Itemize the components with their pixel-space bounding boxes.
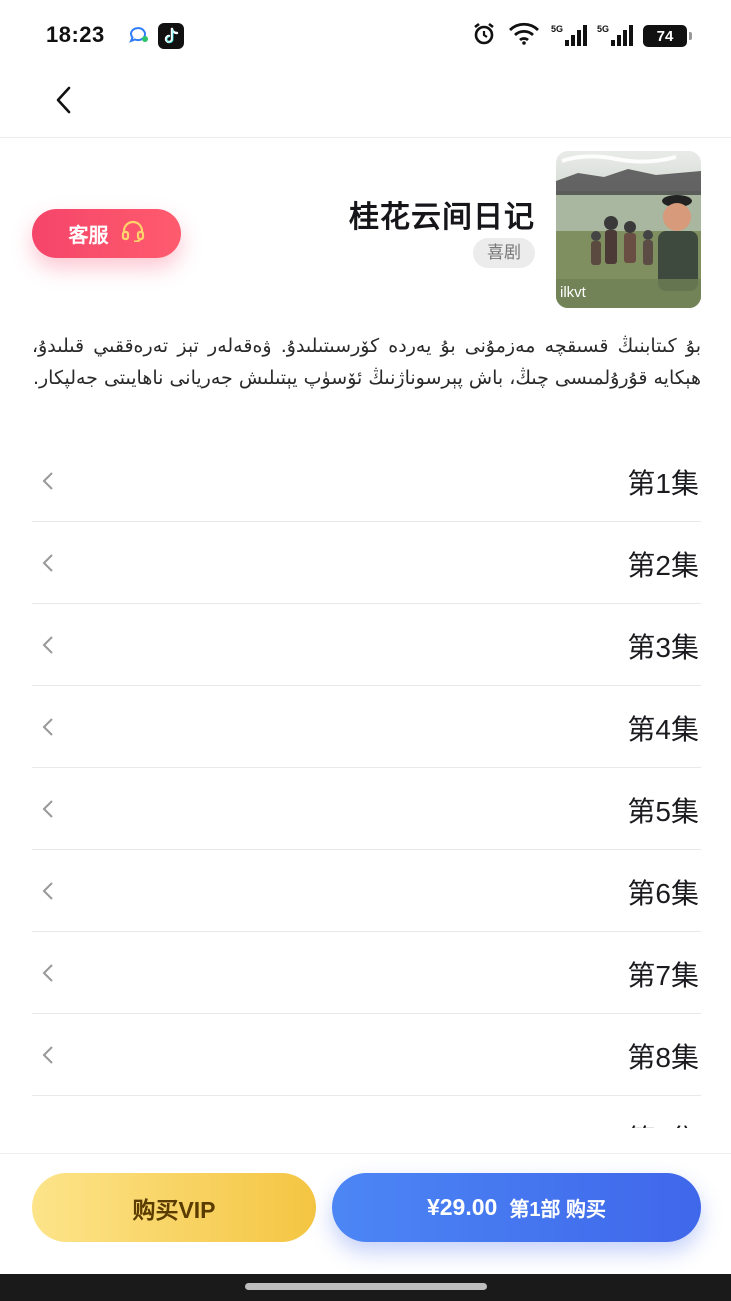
battery-icon: 74: [643, 25, 692, 47]
status-time: 18:23: [46, 22, 105, 47]
customer-service-button[interactable]: 客服: [32, 209, 181, 258]
episode-label: 第8集: [627, 1042, 699, 1073]
wifi-icon: [507, 22, 541, 51]
chevron-left-icon: [40, 716, 56, 743]
episode-label: 第5集: [627, 796, 699, 827]
episode-item-2[interactable]: 第2集: [32, 522, 701, 604]
genre-tag: 喜剧: [473, 238, 535, 268]
buy-episode-button[interactable]: ¥29.00 第1部 购买: [332, 1173, 701, 1242]
bottom-action-bar: 购买VIP ¥29.00 第1部 购买: [0, 1153, 731, 1274]
signal-icon: 5G: [551, 24, 587, 48]
status-bar: 18:23 5G 5G 74: [0, 0, 731, 68]
chevron-left-icon: [40, 880, 56, 907]
buy-text-label: 第1部 购买: [509, 1199, 607, 1221]
episode-item-7[interactable]: 第7集: [32, 932, 701, 1014]
buy-vip-label: 购买VIP: [132, 1196, 216, 1223]
episode-item-8[interactable]: 第8集: [32, 1014, 701, 1096]
episode-item-6[interactable]: 第6集: [32, 850, 701, 932]
signal-icon: 5G: [597, 24, 633, 48]
top-navigation: [0, 68, 731, 138]
alarm-icon: [471, 21, 497, 52]
home-indicator[interactable]: [245, 1283, 487, 1290]
chevron-left-icon: [40, 634, 56, 661]
episode-item-4[interactable]: 第4集: [32, 686, 701, 768]
chevron-left-icon: [40, 962, 56, 989]
chevron-left-icon: [40, 1126, 56, 1128]
chevron-left-icon: [40, 470, 56, 497]
chevron-left-icon: [53, 85, 75, 120]
customer-service-label: 客服: [68, 225, 109, 247]
buy-vip-button[interactable]: 购买VIP: [32, 1173, 316, 1242]
episode-item-9[interactable]: 第9集: [32, 1096, 701, 1128]
message-bubble-icon: [128, 26, 150, 49]
drama-title: 桂花云间日记: [349, 201, 535, 234]
back-button[interactable]: [44, 82, 84, 122]
episode-item-1[interactable]: 第1集: [32, 440, 701, 522]
battery-level: 74: [656, 27, 674, 45]
episode-item-5[interactable]: 第5集: [32, 768, 701, 850]
chevron-left-icon: [40, 552, 56, 579]
episode-label: 第7集: [627, 960, 699, 991]
drama-poster[interactable]: ilkvt: [556, 151, 701, 308]
episode-label: 第4集: [627, 714, 699, 745]
system-navigation-bar: [0, 1274, 731, 1301]
episode-label: 第9集: [627, 1118, 699, 1128]
chevron-left-icon: [40, 1044, 56, 1071]
episode-list: 第1集 第2集 第3集 第4集 第5集 第6集 第7集 第8集 第9集: [32, 440, 701, 1128]
drama-description: بۇ كىتابنىڭ قسىقچە مەزمۇنى بۇ يەردە كۆرس…: [32, 335, 701, 389]
poster-caption: ilkvt: [560, 284, 587, 301]
headset-icon: [121, 220, 145, 247]
episode-label: 第2集: [627, 550, 699, 581]
episode-item-3[interactable]: 第3集: [32, 604, 701, 686]
tiktok-icon: [158, 23, 184, 49]
episode-label: 第1集: [627, 468, 699, 499]
chevron-left-icon: [40, 798, 56, 825]
episode-label: 第6集: [627, 878, 699, 909]
price-label: ¥29.00: [426, 1194, 498, 1220]
episode-label: 第3集: [627, 632, 699, 663]
